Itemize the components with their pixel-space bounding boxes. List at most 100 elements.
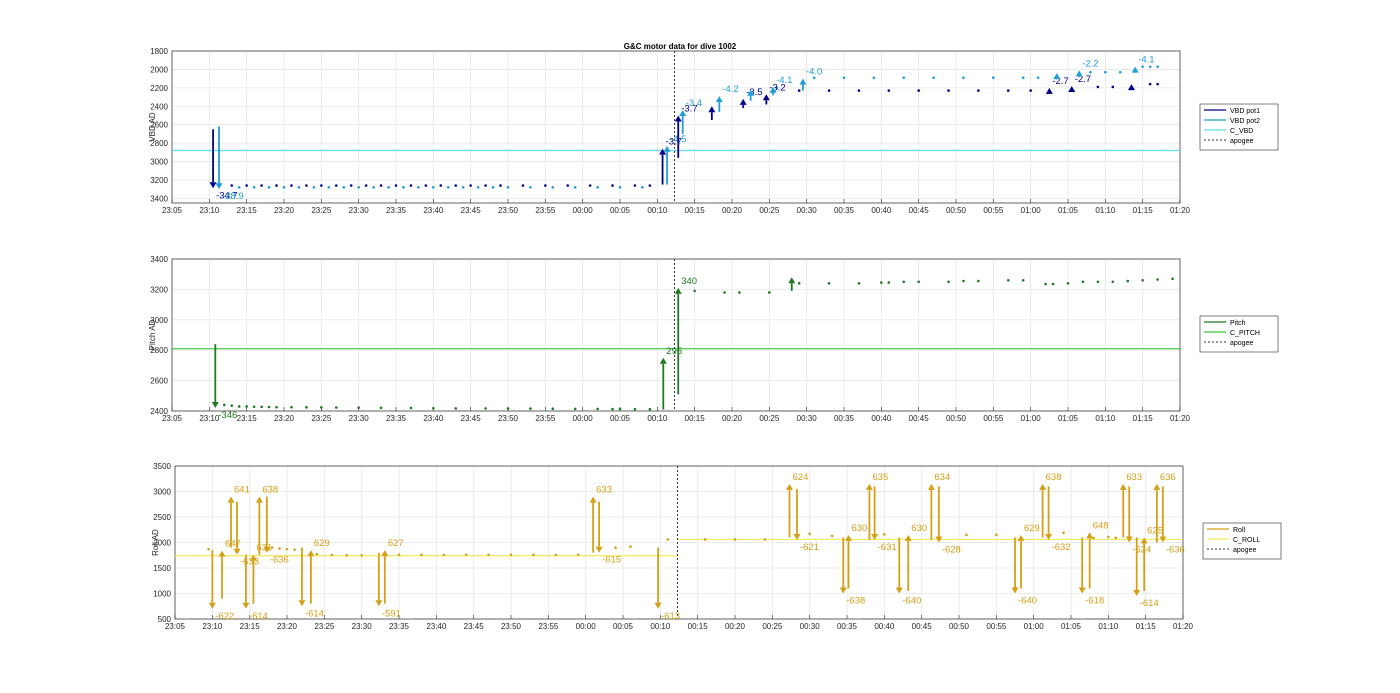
data-point <box>887 281 891 284</box>
data-point <box>1156 82 1159 86</box>
arrow-annotation: -636 <box>270 555 289 566</box>
x-tick-label: 23:25 <box>314 622 335 631</box>
arrow-annotation: 641 <box>234 485 250 496</box>
data-point <box>842 76 846 80</box>
y-tick-label: 3400 <box>150 255 168 264</box>
x-tick-label: 00:30 <box>797 414 818 423</box>
data-point <box>230 404 234 407</box>
data-point <box>252 186 256 189</box>
x-tick-label: 00:35 <box>834 414 855 423</box>
legend-entry: C_ROLL <box>1233 537 1260 544</box>
x-tick-label: 00:10 <box>647 414 668 423</box>
x-tick-label: 01:00 <box>1021 414 1042 423</box>
data-point <box>461 186 465 189</box>
arrow-annotation: -633 <box>240 557 259 568</box>
arrow-annotation: -621 <box>800 542 819 553</box>
x-tick-label: 00:05 <box>613 622 634 631</box>
arrow-annotation: 624 <box>793 472 809 483</box>
data-point <box>397 553 401 557</box>
data-point <box>529 186 532 189</box>
data-point <box>887 89 891 92</box>
x-tick-label: 00:15 <box>688 622 709 631</box>
data-point <box>334 184 338 187</box>
data-point <box>509 553 513 557</box>
y-tick-label: 2400 <box>150 407 168 416</box>
arrow-annotation: 636 <box>1160 472 1176 483</box>
x-tick-label: 00:35 <box>834 206 855 215</box>
arrow-annotation: -624 <box>1132 545 1151 556</box>
arrow-annotation: 647 <box>225 539 241 550</box>
data-point <box>379 406 383 410</box>
arrow-annotation: 638 <box>262 485 278 496</box>
x-tick-label: 00:25 <box>759 206 780 215</box>
data-point <box>424 184 428 187</box>
data-point <box>962 76 965 80</box>
data-point <box>342 186 346 189</box>
data-point <box>357 186 360 189</box>
x-tick-label: 23:35 <box>386 206 407 215</box>
x-tick-label: 00:35 <box>837 622 858 631</box>
x-tick-label: 00:50 <box>946 414 967 423</box>
y-tick-label: 3000 <box>150 158 168 167</box>
data-point <box>1156 65 1159 68</box>
data-point <box>977 279 980 283</box>
x-tick-label: 23:30 <box>352 622 373 631</box>
data-point <box>222 403 226 407</box>
data-point <box>1171 277 1174 281</box>
data-point <box>596 186 599 189</box>
data-point <box>573 186 577 189</box>
x-tick-label: 00:50 <box>946 206 967 215</box>
data-point <box>432 406 435 410</box>
x-tick-label: 00:55 <box>983 206 1004 215</box>
data-point <box>207 547 210 551</box>
data-point <box>902 280 906 284</box>
data-point <box>521 184 525 187</box>
arrow-annotation: 630 <box>851 523 867 534</box>
data-point <box>357 406 360 409</box>
x-tick-label: 23:25 <box>311 206 332 215</box>
data-point <box>320 406 323 409</box>
data-point <box>275 184 278 187</box>
arrow-annotation: -4.1 <box>1138 55 1154 66</box>
data-point <box>641 186 644 189</box>
arrow-annotation: 638 <box>1046 472 1062 483</box>
y-tick-label: 3200 <box>150 285 168 294</box>
x-tick-label: 23:35 <box>386 414 407 423</box>
data-point <box>693 289 696 293</box>
arrow-annotation: -614 <box>249 611 268 622</box>
x-tick-label: 23:25 <box>311 414 332 423</box>
arrow-annotation: 296 <box>666 346 682 357</box>
data-point <box>1051 282 1055 286</box>
data-point <box>614 546 617 549</box>
arrow-annotation: -4.0 <box>806 67 822 78</box>
y-axis-label: Roll AD <box>151 529 160 556</box>
data-point <box>857 89 861 92</box>
x-tick-label: 01:15 <box>1133 206 1154 215</box>
x-tick-label: 00:25 <box>762 622 783 631</box>
data-point <box>237 186 241 189</box>
x-tick-label: 01:10 <box>1095 206 1116 215</box>
x-tick-label: 01:10 <box>1098 622 1119 631</box>
x-tick-label: 23:55 <box>535 206 556 215</box>
data-point <box>360 553 363 557</box>
x-tick-label: 00:20 <box>725 622 746 631</box>
x-tick-label: 00:05 <box>610 206 631 215</box>
data-point <box>402 186 405 189</box>
data-point <box>917 89 920 92</box>
data-point <box>1156 278 1159 281</box>
data-point <box>1111 280 1115 284</box>
data-point <box>387 186 390 189</box>
arrow-annotation: -614 <box>305 608 324 619</box>
y-tick-label: 2600 <box>150 377 168 386</box>
x-tick-label: 00:00 <box>573 414 594 423</box>
data-point <box>315 552 319 556</box>
figure: G&C motor data for dive 1002 23:05 23:10 2… <box>148 42 1282 631</box>
arrow-annotation: 635 <box>872 472 888 483</box>
data-point <box>1044 282 1047 286</box>
x-tick-label: 23:10 <box>199 414 220 423</box>
x-tick-label: 00:00 <box>576 622 597 631</box>
data-point <box>588 184 592 187</box>
data-point <box>454 184 458 187</box>
arrow-annotation: 625 <box>1147 525 1163 536</box>
data-point <box>618 186 622 189</box>
